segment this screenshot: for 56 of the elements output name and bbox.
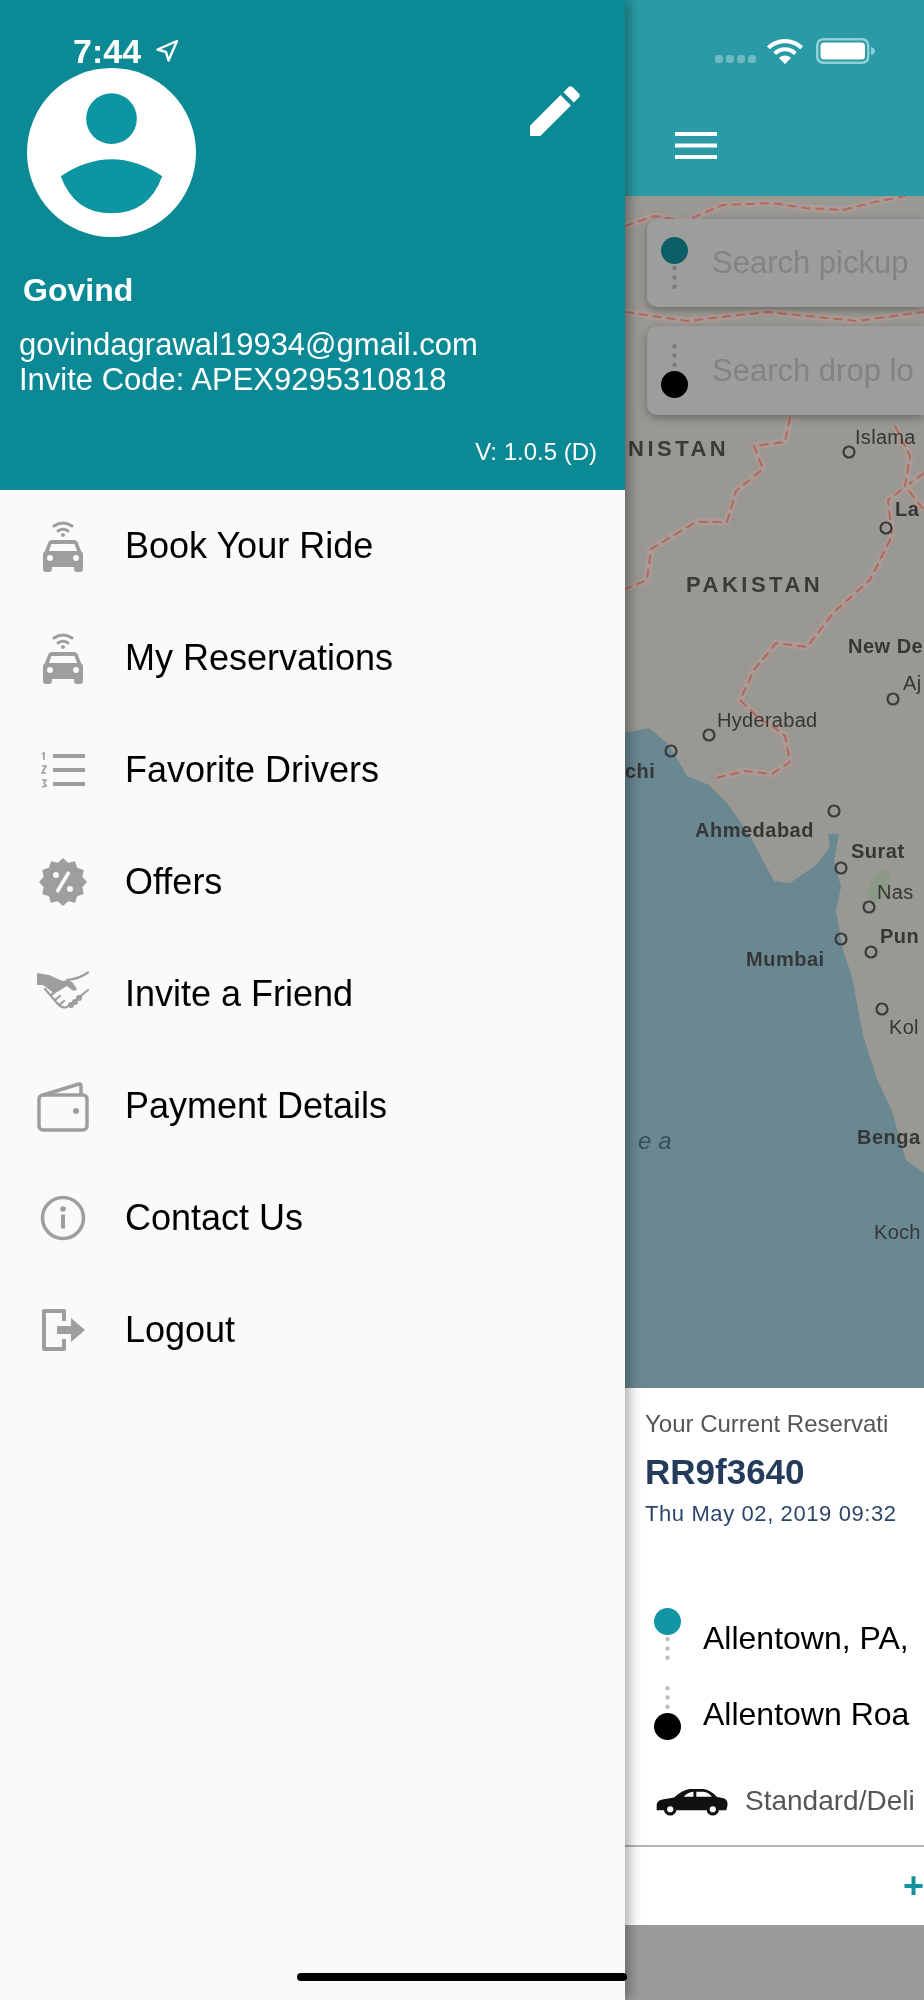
menu-item[interactable]: Book Your Ride (0, 490, 625, 602)
invite-code: Invite Code: APEX9295310818 (19, 362, 447, 397)
sea-label: ea (638, 1129, 679, 1153)
pencil-icon[interactable] (530, 86, 580, 136)
avatar-icon (27, 68, 196, 237)
wifi-icon (767, 38, 803, 64)
numbered-list-icon (41, 752, 85, 788)
app-version: V: 1.0.5 (D) (475, 437, 597, 467)
pickup-address: Allentown, PA, (703, 1619, 909, 1658)
info-icon (40, 1195, 86, 1241)
signal-icon (715, 55, 756, 63)
city-label: Islama (855, 425, 916, 449)
city-label: Pun (880, 924, 920, 948)
menu-item[interactable]: Offers (0, 826, 625, 938)
menu-item[interactable]: Payment Details (0, 1050, 625, 1162)
menu-item[interactable]: Logout (0, 1274, 625, 1386)
pickup-marker-icon (654, 1608, 681, 1660)
location-arrow-icon (155, 39, 180, 63)
car-signal-icon (43, 520, 83, 572)
city-label: Koch (874, 1220, 921, 1244)
user-email: govindagrawal19934@gmail.com (19, 327, 478, 362)
reservation-heading: Your Current Reservati (644, 1409, 889, 1439)
drop-address: Allentown Roa (703, 1695, 910, 1734)
door-arrow-icon (40, 1307, 86, 1353)
city-label: New De (848, 634, 924, 658)
city-label: Mumbai (746, 947, 825, 971)
pickup-marker-icon (661, 237, 688, 289)
menu-item[interactable]: Contact Us (0, 1162, 625, 1274)
menu-item[interactable]: My Reservations (0, 602, 625, 714)
user-name: Govind (23, 271, 134, 309)
add-button[interactable]: + (902, 1866, 924, 1906)
city-label: Ahmedabad (695, 818, 814, 842)
country-label: PAKISTAN (686, 573, 824, 597)
vehicle-type: Standard/Deli (745, 1784, 915, 1818)
city-label: Surat (851, 839, 905, 863)
car-icon (654, 1786, 729, 1816)
wallet-icon (37, 1080, 89, 1132)
country-label: NISTAN (628, 437, 730, 461)
menu-item[interactable]: Favorite Drivers (0, 714, 625, 826)
reservation-datetime: Thu May 02, 2019 09:32 (644, 1500, 897, 1528)
reservation-code: RR9f3640 (644, 1452, 805, 1492)
percent-badge-icon (39, 858, 87, 906)
city-label: Nas (877, 880, 914, 904)
city-label: chi (625, 759, 656, 783)
city-label: Hyderabad (717, 708, 818, 732)
status-time: 7:44 (73, 36, 142, 66)
menu-item[interactable]: Invite a Friend (0, 938, 625, 1050)
drop-marker-icon (661, 344, 688, 398)
menu-icon[interactable] (675, 132, 717, 159)
city-label: Aj (903, 671, 922, 695)
city-label: La (895, 497, 920, 521)
city-label: Benga (857, 1125, 921, 1149)
battery-icon (816, 38, 875, 64)
car-signal-icon (43, 632, 83, 684)
city-label: Kol (889, 1015, 919, 1039)
drop-marker-icon (654, 1686, 681, 1740)
